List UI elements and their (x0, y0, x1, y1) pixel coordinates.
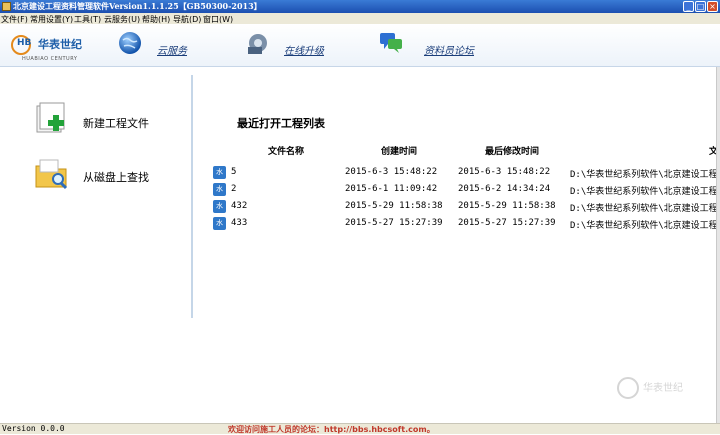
upgrade-icon[interactable] (245, 30, 271, 56)
row-name: 432 (231, 201, 248, 211)
watermark-circle (617, 377, 639, 399)
close-button[interactable]: × (707, 1, 718, 12)
row-modified: 2015-5-29 11:58:38 (458, 201, 556, 211)
globe-icon[interactable] (117, 30, 143, 56)
row-modified: 2015-5-27 15:27:39 (458, 218, 556, 228)
cloud-service-link[interactable]: 云服务 (157, 42, 187, 57)
row-path: D:\华表世纪系列软件\北京建设工程 (570, 221, 718, 231)
row-name: 433 (231, 218, 248, 228)
table-row[interactable]: 水 432 2015-5-29 11:58:38 2015-5-29 11:58… (0, 198, 718, 215)
version-label: Version 0.0.0 (2, 424, 65, 433)
logo-initials: HB (17, 38, 32, 48)
forum-link[interactable]: 资料员论坛 (424, 42, 474, 57)
window-title: 北京建设工程资料管理软件Version1.1.1.25【GB50300-2013… (13, 1, 262, 11)
row-modified: 2015-6-3 15:48:22 (458, 167, 551, 177)
project-file-icon: 水 (213, 217, 226, 230)
new-project-link[interactable]: 新建工程文件 (83, 115, 149, 131)
project-file-icon: 水 (213, 166, 226, 179)
row-path: D:\华表世纪系列软件\北京建设工程 (570, 187, 718, 197)
row-path: D:\华表世纪系列软件\北京建设工程 (570, 204, 718, 214)
row-created: 2015-5-29 11:58:38 (345, 201, 443, 211)
project-file-icon: 水 (213, 183, 226, 196)
recent-list-title: 最近打开工程列表 (237, 117, 325, 130)
app-icon (2, 2, 11, 11)
online-upgrade-link[interactable]: 在线升级 (284, 42, 324, 57)
maximize-button[interactable]: □ (695, 1, 706, 12)
row-name: 2 (231, 184, 237, 194)
table-row[interactable]: 水 433 2015-5-27 15:27:39 2015-5-27 15:27… (0, 215, 718, 232)
row-modified: 2015-6-2 14:34:24 (458, 184, 551, 194)
minimize-button[interactable]: _ (683, 1, 694, 12)
watermark-logo: 华表世纪 (617, 375, 697, 405)
row-created: 2015-6-1 11:09:42 (345, 184, 438, 194)
status-bar: Version 0.0.0 欢迎访问施工人员的论坛：http://bbs.hbc… (0, 423, 720, 434)
column-header-modified[interactable]: 最后修改时间 (485, 144, 539, 157)
logo-subtitle: HUABIAO CENTURY (22, 56, 78, 62)
right-scrollbar[interactable] (716, 67, 720, 423)
project-file-icon: 水 (213, 200, 226, 213)
column-header-created[interactable]: 创建时间 (381, 144, 417, 157)
row-path: D:\华表世纪系列软件\北京建设工程 (570, 170, 718, 180)
column-header-name[interactable]: 文件名称 (268, 144, 304, 157)
welcome-message[interactable]: 欢迎访问施工人员的论坛：http://bbs.hbcsoft.com。 (228, 424, 435, 435)
row-created: 2015-5-27 15:27:39 (345, 218, 443, 228)
forum-chat-icon[interactable] (378, 30, 404, 56)
row-name: 5 (231, 167, 237, 177)
toolbar: HB 华表世纪 HUABIAO CENTURY 云服务 在线升级 资料员论坛 (0, 24, 720, 67)
watermark-text: 华表世纪 (643, 383, 683, 394)
table-row[interactable]: 水 2 2015-6-1 11:09:42 2015-6-2 14:34:24 … (0, 181, 718, 198)
row-created: 2015-6-3 15:48:22 (345, 167, 438, 177)
logo-text: 华表世纪 (38, 38, 82, 51)
new-file-icon[interactable] (35, 102, 71, 134)
table-row[interactable]: 水 5 2015-6-3 15:48:22 2015-6-3 15:48:22 … (0, 164, 718, 181)
title-bar: 北京建设工程资料管理软件Version1.1.1.25【GB50300-2013… (0, 0, 720, 13)
